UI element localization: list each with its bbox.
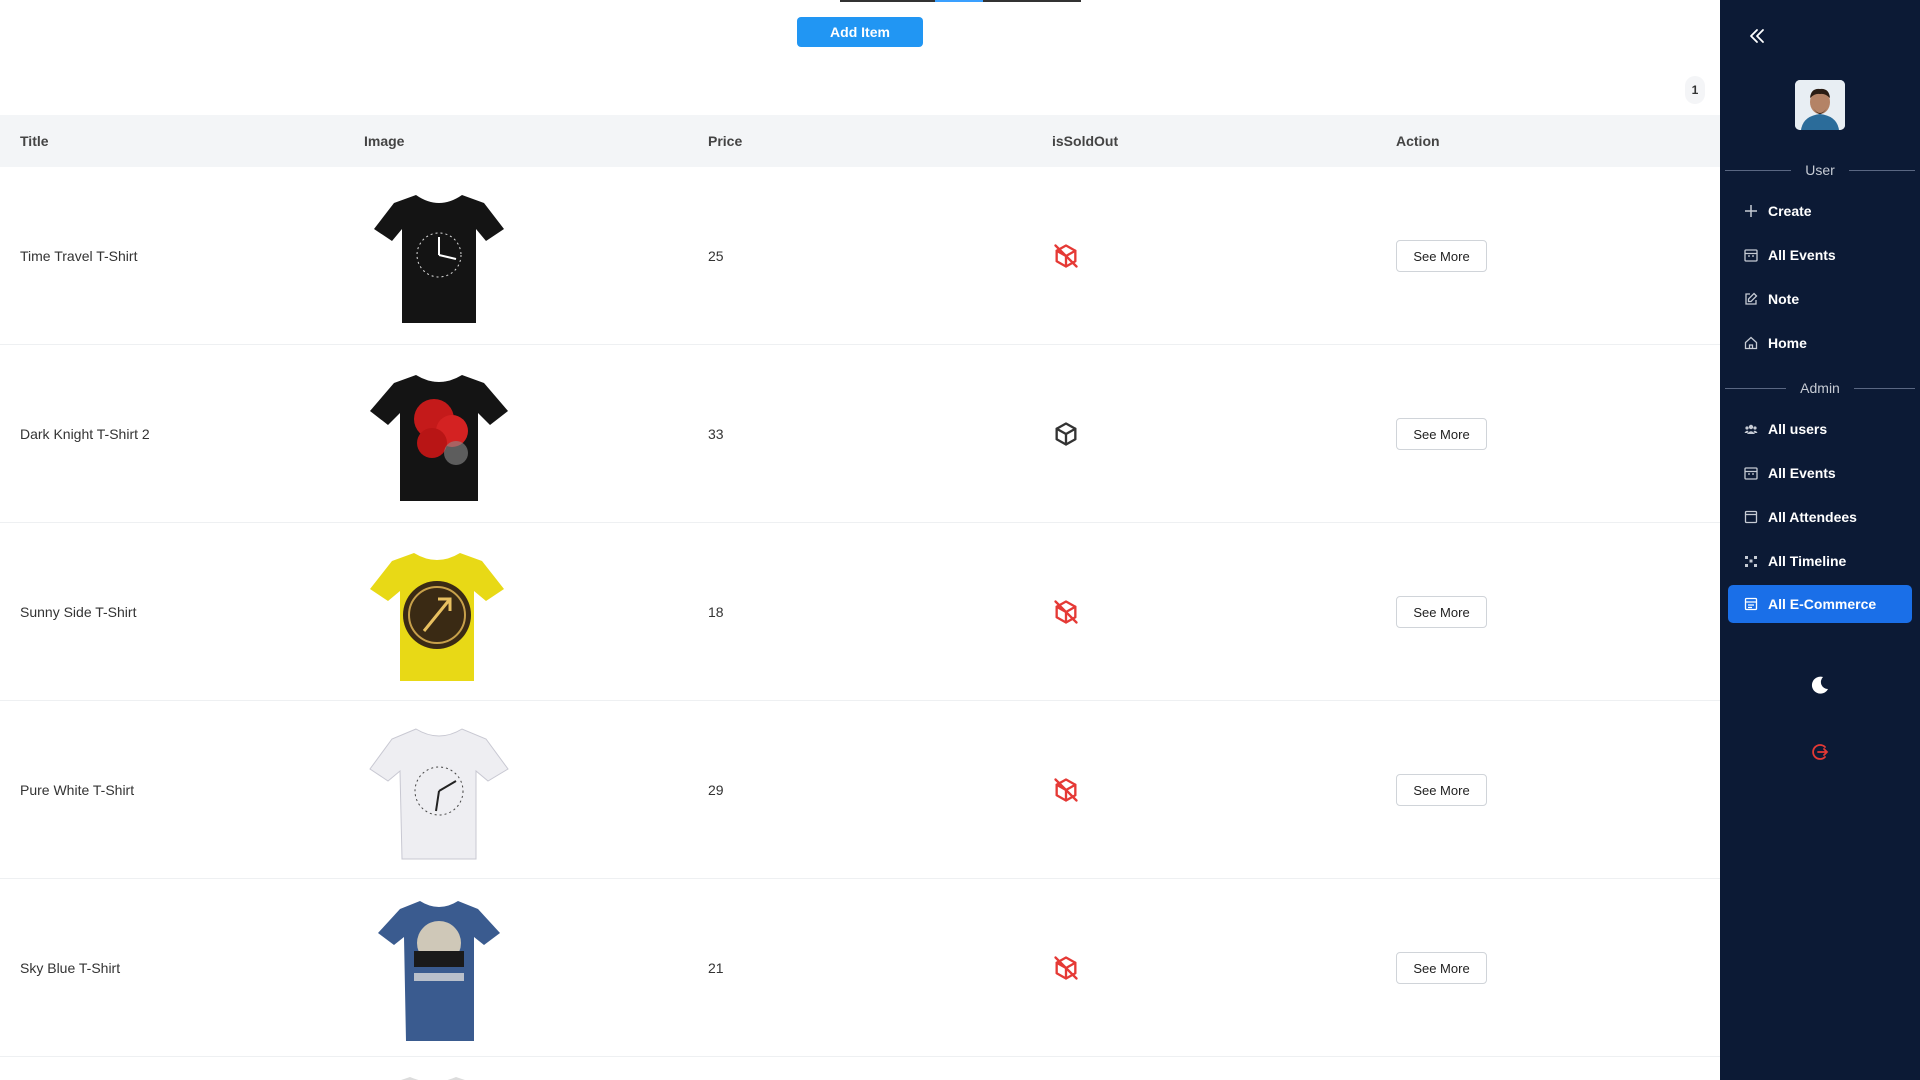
sidebar-item-label: Create — [1768, 203, 1812, 219]
row-title: Pure White T-Shirt — [20, 782, 135, 798]
package-off-icon — [1054, 956, 1078, 980]
row-price: 25 — [708, 248, 724, 264]
users-icon — [1744, 422, 1758, 436]
product-image — [364, 167, 514, 345]
package-off-icon — [1054, 600, 1078, 624]
column-header-image[interactable]: Image — [364, 115, 404, 167]
package-off-icon — [1054, 778, 1078, 802]
see-more-button[interactable]: See More — [1396, 240, 1487, 272]
product-image — [364, 345, 514, 523]
table-row: Sky Blue T-Shirt 21 See More — [0, 879, 1720, 1057]
edit-icon — [1744, 292, 1758, 306]
sidebar-item-label: Note — [1768, 291, 1800, 307]
calendar-icon — [1744, 466, 1758, 480]
home-icon — [1744, 336, 1758, 350]
sold-out-status — [1052, 167, 1080, 345]
section-divider-admin: Admin — [1725, 378, 1915, 398]
row-title: Time Travel T-Shirt — [20, 248, 138, 264]
attendees-icon — [1744, 510, 1758, 524]
timeline-icon — [1744, 554, 1758, 568]
avatar[interactable] — [1795, 80, 1845, 130]
sidebar-item-all-events[interactable]: All Events — [1728, 236, 1912, 274]
black-tshirt-clock-icon — [374, 195, 504, 323]
main-content: Add Item 1 Title Image Price isSoldOut A… — [0, 0, 1720, 1080]
sidebar-item-label: All Events — [1768, 465, 1836, 481]
row-action: See More — [1396, 879, 1487, 1057]
table-row: Pure White T-Shirt 29 See More — [0, 701, 1720, 879]
row-price: 33 — [708, 426, 724, 442]
pagination-page[interactable]: 1 — [1685, 76, 1705, 104]
sidebar-item-create[interactable]: Create — [1728, 192, 1912, 230]
section-label-admin: Admin — [1800, 380, 1840, 396]
sidebar-item-admin-all-events[interactable]: All Events — [1728, 454, 1912, 492]
yellow-tshirt-clock-icon — [370, 553, 504, 681]
row-title: Dark Knight T-Shirt 2 — [20, 426, 150, 442]
next-row-image-partial — [398, 1071, 468, 1080]
plus-icon — [1744, 204, 1758, 218]
table-row: Sunny Side T-Shirt 18 See More — [0, 523, 1720, 701]
sidebar-item-home[interactable]: Home — [1728, 324, 1912, 362]
row-action: See More — [1396, 701, 1487, 879]
row-price: 18 — [708, 604, 724, 620]
sold-out-status — [1052, 879, 1080, 1057]
see-more-button[interactable]: See More — [1396, 952, 1487, 984]
sidebar-item-label: All Attendees — [1768, 509, 1857, 525]
user-photo-icon — [1795, 80, 1845, 130]
sold-out-status — [1052, 701, 1080, 879]
sidebar-item-label: All E-Commerce — [1768, 596, 1877, 612]
see-more-button[interactable]: See More — [1396, 596, 1487, 628]
sidebar-item-label: All Events — [1768, 247, 1836, 263]
sidebar-item-label: Home — [1768, 335, 1807, 351]
row-title: Sky Blue T-Shirt — [20, 960, 121, 976]
see-more-button[interactable]: See More — [1396, 774, 1487, 806]
sold-out-status — [1052, 523, 1080, 701]
shop-icon — [1744, 597, 1758, 611]
section-label-user: User — [1805, 162, 1835, 178]
row-title: Sunny Side T-Shirt — [20, 604, 137, 620]
column-header-price[interactable]: Price — [708, 115, 742, 167]
sidebar-item-note[interactable]: Note — [1728, 280, 1912, 318]
product-image — [364, 523, 514, 701]
row-action: See More — [1396, 345, 1487, 523]
add-item-button[interactable]: Add Item — [797, 17, 923, 47]
top-progress-bar — [840, 0, 1081, 2]
in-stock-status — [1052, 345, 1080, 523]
calendar-icon — [1744, 248, 1758, 262]
product-image — [364, 879, 514, 1057]
row-action: See More — [1396, 523, 1487, 701]
sidebar-item-all-e-commerce[interactable]: All E-Commerce — [1728, 585, 1912, 623]
sidebar-item-all-timeline[interactable]: All Timeline — [1728, 542, 1912, 580]
sidebar-item-all-users[interactable]: All users — [1728, 410, 1912, 448]
product-image — [364, 701, 514, 879]
package-icon — [1055, 422, 1077, 446]
row-price: 29 — [708, 782, 724, 798]
blue-tshirt-print-icon — [378, 901, 500, 1041]
package-off-icon — [1054, 244, 1078, 268]
row-action: See More — [1396, 167, 1487, 345]
table-row: Dark Knight T-Shirt 2 33 See More — [0, 345, 1720, 523]
see-more-button[interactable]: See More — [1396, 418, 1487, 450]
sidebar-item-label: All users — [1768, 421, 1828, 437]
column-header-title[interactable]: Title — [20, 115, 49, 167]
section-divider-user: User — [1725, 160, 1915, 180]
row-price: 21 — [708, 960, 724, 976]
white-tshirt-clock-icon — [369, 728, 509, 860]
table-row: Time Travel T-Shirt 25 See More — [0, 167, 1720, 345]
column-header-issoldout[interactable]: isSoldOut — [1052, 115, 1118, 167]
sidebar-item-label: All Timeline — [1768, 553, 1847, 569]
logout-icon[interactable] — [1810, 742, 1830, 762]
moon-icon[interactable] — [1809, 674, 1831, 696]
double-chevron-left-icon[interactable] — [1747, 26, 1767, 46]
black-tshirt-red-print-icon — [370, 375, 508, 501]
column-header-action[interactable]: Action — [1396, 115, 1440, 167]
table-header: Title Image Price isSoldOut Action — [0, 115, 1720, 167]
sidebar-item-all-attendees[interactable]: All Attendees — [1728, 498, 1912, 536]
